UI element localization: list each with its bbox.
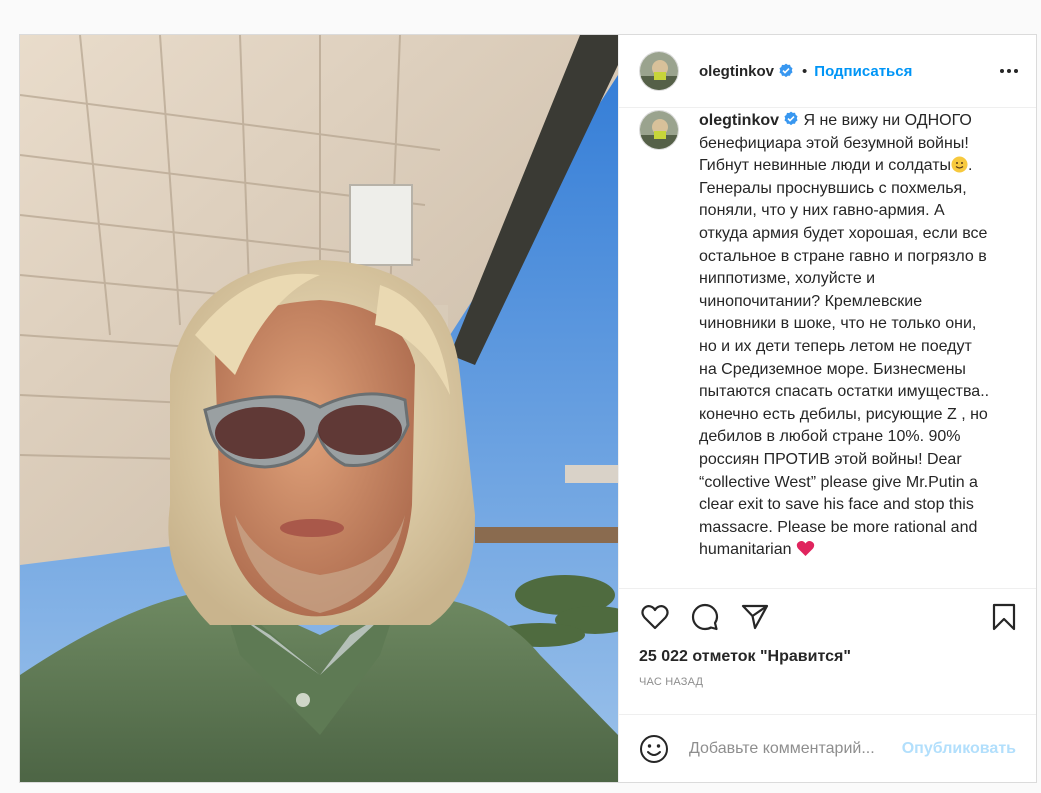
author-username[interactable]: olegtinkov [699, 63, 774, 80]
post-timestamp[interactable]: ЧАС НАЗАД [619, 674, 1036, 714]
likes-count[interactable]: 25 022 отметок "Нравится" [619, 644, 1036, 674]
caption-avatar[interactable] [639, 110, 679, 150]
heart-icon[interactable] [639, 601, 671, 633]
smiling-face-emoji-icon [951, 156, 968, 173]
paper-plane-icon[interactable] [739, 601, 771, 633]
red-heart-emoji-icon [796, 540, 815, 557]
verified-badge-icon [783, 111, 799, 127]
post-sidebar: olegtinkov • Подписаться olegtinkov Я не… [618, 35, 1036, 782]
action-bar [619, 588, 1036, 644]
caption-username[interactable]: olegtinkov [699, 112, 779, 129]
selfie-image [20, 35, 618, 782]
smiley-icon[interactable] [639, 734, 669, 764]
bookmark-icon[interactable] [988, 601, 1020, 633]
comment-bubble-icon[interactable] [689, 601, 721, 633]
add-comment-bar: Опубликовать [619, 714, 1036, 782]
caption-area: olegtinkov Я не вижу ни ОДНОГО бенефициа… [619, 108, 1036, 588]
instagram-post: olegtinkov • Подписаться olegtinkov Я не… [19, 34, 1037, 783]
ellipsis-icon[interactable] [998, 63, 1020, 79]
comment-input[interactable] [689, 739, 899, 758]
author-avatar[interactable] [639, 51, 679, 91]
post-header: olegtinkov • Подписаться [619, 35, 1036, 108]
separator-dot: • [802, 62, 808, 80]
verified-badge-icon [778, 63, 794, 79]
follow-button[interactable]: Подписаться [814, 63, 912, 80]
post-caption: olegtinkov Я не вижу ни ОДНОГО бенефициа… [699, 110, 1017, 562]
caption-text-part2: . Генералы проснувшись с похмелья, понял… [699, 157, 990, 559]
publish-button[interactable]: Опубликовать [902, 740, 1016, 758]
post-photo[interactable] [20, 35, 618, 782]
